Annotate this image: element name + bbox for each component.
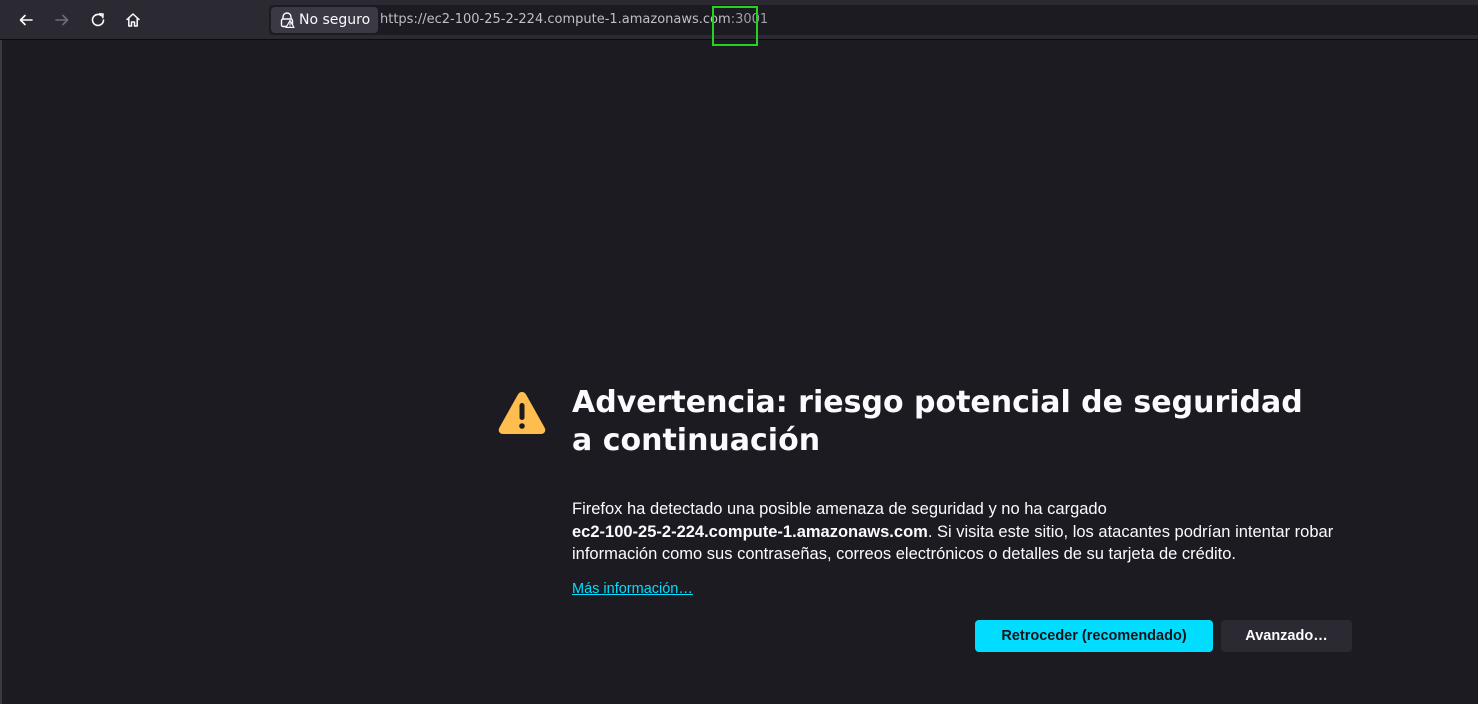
url-bar[interactable]: No seguro https://ec2-100-25-2-224.compu… [269,5,1478,35]
port-highlight-box [712,6,758,46]
window-edge [0,40,2,704]
url-text[interactable]: https://ec2-100-25-2-224.compute-1.amazo… [380,12,768,27]
security-label: No seguro [299,12,371,28]
description-text: Firefox ha detectado una posible amenaza… [572,500,1107,518]
warning-icon [498,392,546,434]
insecure-lock-icon [280,12,295,28]
reload-icon [91,13,105,27]
home-icon [126,13,140,27]
url-host: https://ec2-100-25-2-224.compute-1.amazo… [380,12,731,27]
back-button[interactable] [12,6,40,34]
reload-button[interactable] [84,6,112,34]
forward-button[interactable] [48,6,76,34]
arrow-right-icon [55,14,69,26]
learn-more-link[interactable]: Más información… [572,581,693,597]
home-button[interactable] [119,6,147,34]
page-title: Advertencia: riesgo potencial de segurid… [572,385,1303,458]
go-back-button[interactable]: Retroceder (recomendado) [975,620,1213,652]
advanced-button[interactable]: Avanzado… [1221,620,1352,652]
arrow-left-icon [19,14,33,26]
blocked-host: ec2-100-25-2-224.compute-1.amazonaws.com [572,522,928,541]
error-description: Firefox ha detectado una posible amenaza… [572,498,1352,566]
browser-toolbar: No seguro https://ec2-100-25-2-224.compu… [0,0,1478,46]
site-identity-button[interactable]: No seguro [271,7,379,33]
